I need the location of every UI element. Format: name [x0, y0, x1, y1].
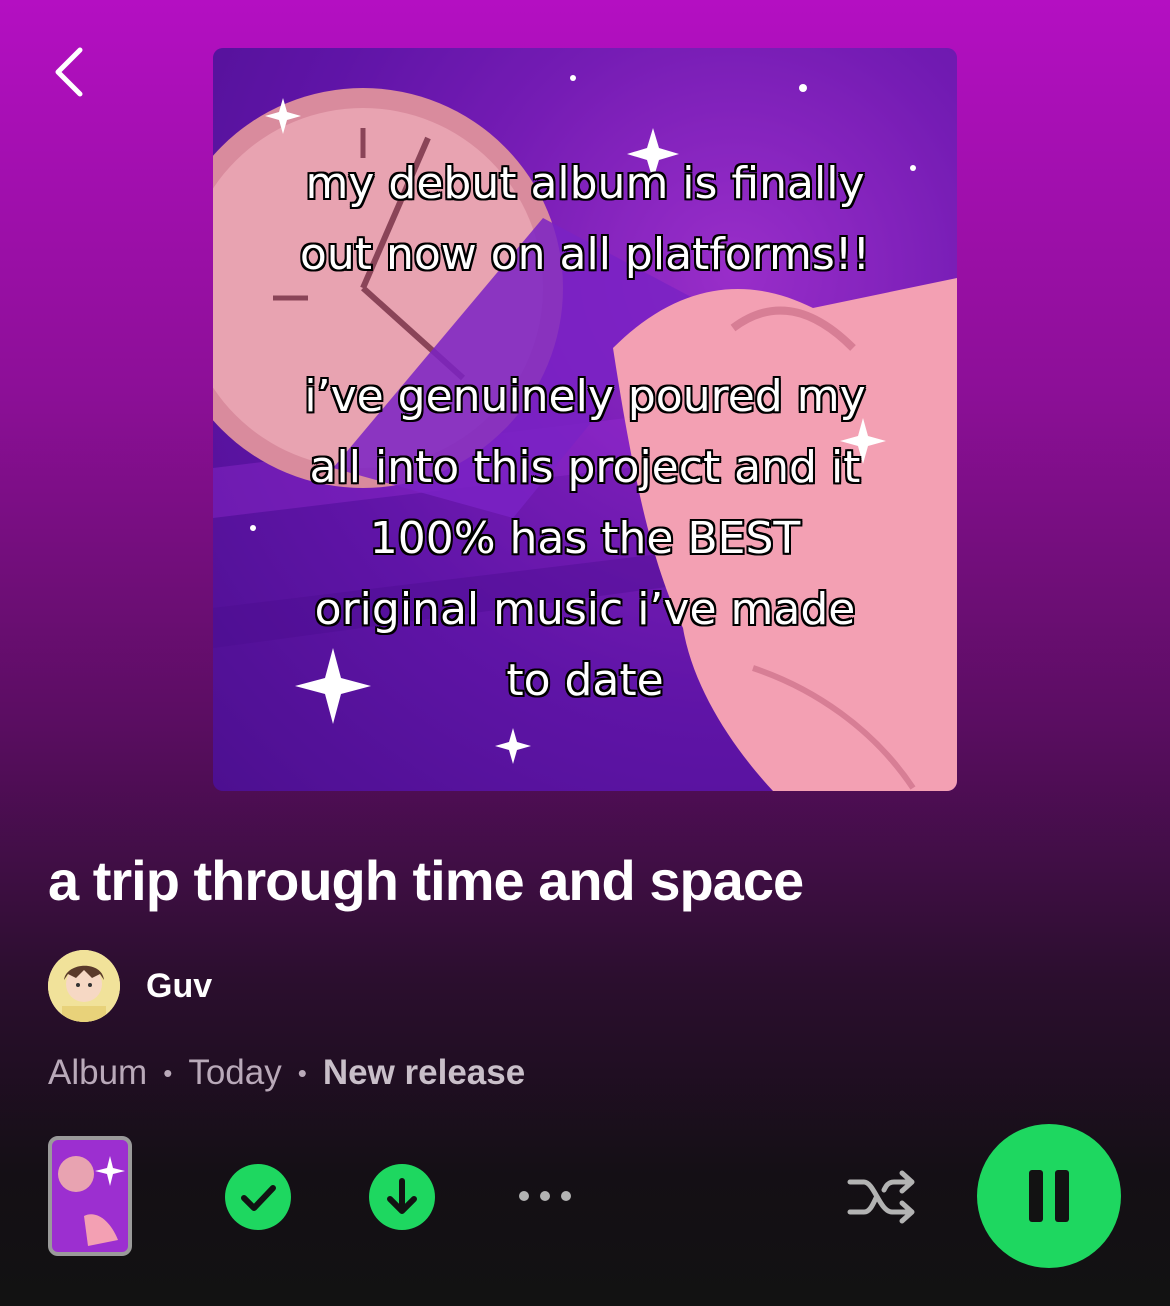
preview-card-icon: [48, 1136, 132, 1256]
artist-row[interactable]: Guv: [48, 950, 212, 1022]
album-meta: Album • Today • New release: [48, 1053, 525, 1093]
separator-dot: •: [297, 1057, 307, 1088]
release-label: New release: [322, 1053, 526, 1092]
caption-line: original music i’ve made: [314, 584, 856, 635]
saved-button[interactable]: [225, 1164, 291, 1230]
more-options-icon: [519, 1191, 571, 1201]
caption-line: i’ve genuinely poured my: [304, 371, 866, 422]
caption-line: out now on all platforms!!: [299, 229, 871, 280]
check-circle-icon: [225, 1164, 291, 1230]
artist-avatar[interactable]: [48, 950, 120, 1022]
chevron-left-icon: [55, 47, 83, 97]
separator-dot: •: [163, 1057, 173, 1088]
album-cover: my debut album is finally out now on all…: [213, 48, 957, 791]
download-button[interactable]: [369, 1164, 435, 1230]
pause-icon: [1029, 1170, 1069, 1222]
release-date: Today: [188, 1053, 282, 1092]
shuffle-icon: [847, 1170, 915, 1224]
caption-line: 100% has the BEST: [369, 513, 801, 564]
avatar-illustration: [48, 950, 120, 1022]
caption-line: to date: [506, 655, 664, 706]
album-title: a trip through time and space: [48, 849, 804, 912]
album-type: Album: [48, 1053, 148, 1092]
back-button[interactable]: [42, 40, 102, 100]
shuffle-button[interactable]: [846, 1164, 918, 1230]
cover-preview-thumbnail[interactable]: [48, 1136, 134, 1256]
artist-name[interactable]: Guv: [146, 967, 212, 1006]
download-icon: [369, 1164, 435, 1230]
caption-line: all into this project and it: [309, 442, 861, 493]
caption-line: my debut album is finally: [305, 158, 865, 209]
pause-button[interactable]: [977, 1124, 1121, 1268]
more-options-button[interactable]: [512, 1178, 578, 1214]
cover-caption: my debut album is finally out now on all…: [213, 148, 957, 716]
